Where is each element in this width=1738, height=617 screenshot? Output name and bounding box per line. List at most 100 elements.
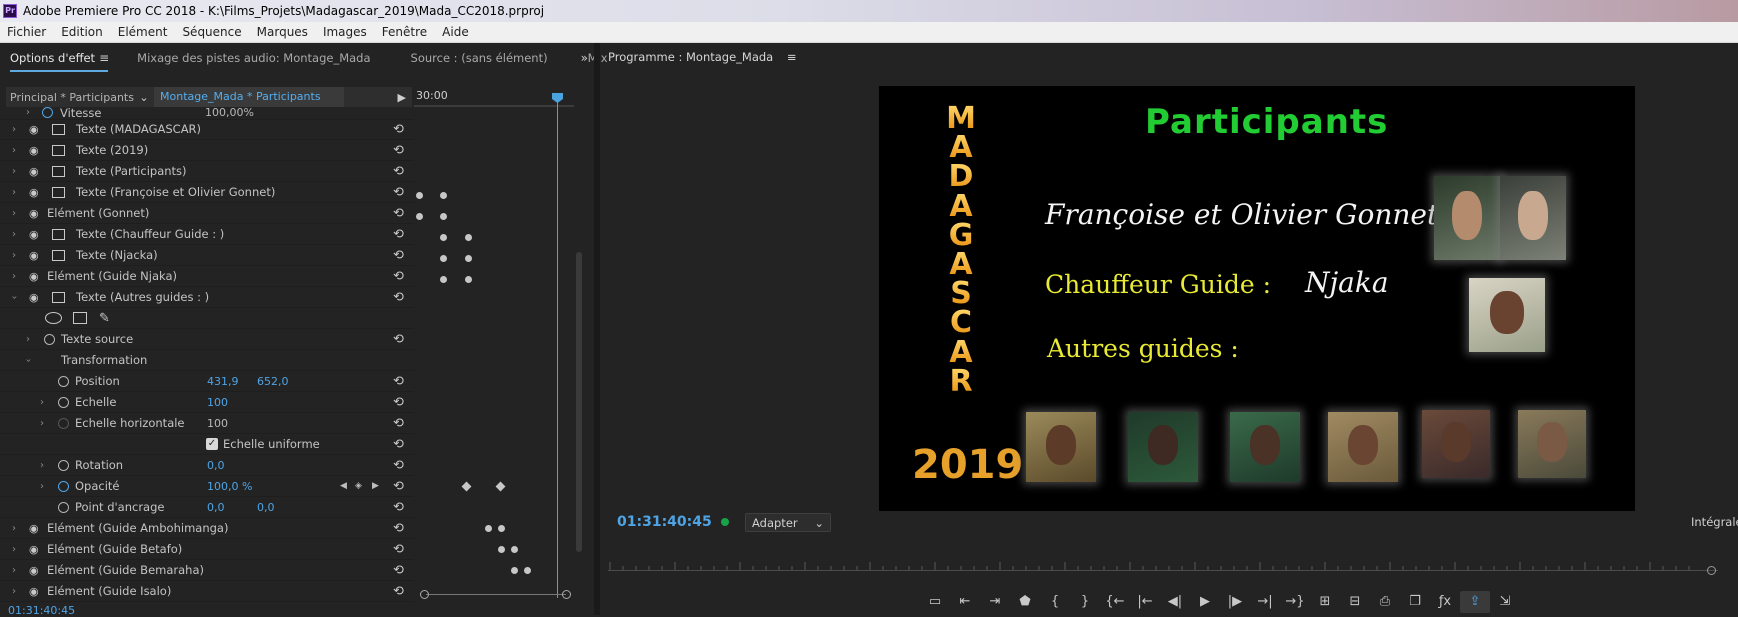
position-row[interactable]: Position 431,9 652,0 ⟲ <box>0 371 414 392</box>
reset-icon[interactable]: ⟲ <box>393 248 404 263</box>
effect-row[interactable]: › ◉ Texte (MADAGASCAR) ⟲ <box>0 119 414 140</box>
position-y-value[interactable]: 652,0 <box>257 375 289 388</box>
eye-icon[interactable]: ◉ <box>29 249 39 262</box>
keyframe[interactable] <box>511 546 518 553</box>
effect-row[interactable]: › ◉ Texte (Participants) ⟲ <box>0 161 414 182</box>
add-marker-icon[interactable]: ⬟ <box>1010 591 1040 613</box>
eye-icon[interactable]: ◉ <box>29 123 39 136</box>
go-to-start-icon[interactable]: |← <box>1130 591 1160 613</box>
reset-icon[interactable]: ⟲ <box>393 416 404 431</box>
eye-icon[interactable]: ◉ <box>29 228 39 241</box>
scale-value[interactable]: 100 <box>207 396 228 409</box>
stopwatch-icon[interactable] <box>58 501 69 513</box>
expand-arrow-icon[interactable]: › <box>26 107 30 118</box>
reset-icon[interactable]: ⟲ <box>393 584 404 599</box>
expand-arrow-icon[interactable]: › <box>12 145 16 156</box>
step-back-icon[interactable]: ◀| <box>1160 591 1190 613</box>
expand-arrow-icon[interactable]: › <box>12 124 16 135</box>
tab-audio-mixer[interactable]: Mixage des pistes audio: Montage_Mada <box>127 51 380 65</box>
expand-arrow-icon[interactable]: › <box>9 295 20 299</box>
effect-row-speed[interactable]: › Vitesse 100,00% <box>0 106 414 120</box>
scale-horizontal-row[interactable]: › Echelle horizontale 100 ⟲ <box>0 413 414 434</box>
keyframe[interactable] <box>440 213 447 220</box>
keyframe[interactable] <box>524 567 531 574</box>
zoom-fit-select[interactable]: Adapter ⌄ <box>745 513 831 532</box>
expand-arrow-icon[interactable]: › <box>40 481 44 492</box>
reset-icon[interactable]: ⟲ <box>393 164 404 179</box>
eye-icon[interactable]: ◉ <box>29 144 39 157</box>
expand-arrow-icon[interactable]: › <box>12 271 16 282</box>
mark-out-icon[interactable]: ⇥ <box>980 591 1010 613</box>
reset-icon[interactable]: ⟲ <box>393 500 404 515</box>
eye-icon[interactable]: ◉ <box>29 186 39 199</box>
effect-row[interactable]: › ◉ Elément (Guide Betafo) ⟲ <box>0 539 414 560</box>
uniform-scale-checkbox[interactable]: ✓ <box>206 438 218 450</box>
stopwatch-icon[interactable] <box>58 375 69 387</box>
effect-row[interactable]: › ◉ Texte (2019) ⟲ <box>0 140 414 161</box>
program-timecode[interactable]: 01:31:40:45 <box>617 514 712 530</box>
panel-divider[interactable] <box>594 43 600 615</box>
eye-icon[interactable]: ◉ <box>29 564 39 577</box>
playhead-line[interactable] <box>557 98 558 598</box>
rotation-row[interactable]: › Rotation 0,0 ⟲ <box>0 455 414 476</box>
reset-icon[interactable]: ⟲ <box>393 227 404 242</box>
export-frame-camera-icon[interactable]: ⎙ <box>1370 591 1400 613</box>
compare-view-icon[interactable]: ❐ <box>1400 591 1430 613</box>
effect-row[interactable]: › ◉ Elément (Guide Bemaraha) ⟲ <box>0 560 414 581</box>
stopwatch-icon[interactable] <box>58 459 69 471</box>
keyframe[interactable] <box>465 276 472 283</box>
keyframe[interactable] <box>416 213 423 220</box>
effect-row[interactable]: › ◉ Elément (Gonnet) ⟲ <box>0 203 414 224</box>
mark-in-icon[interactable]: ⇤ <box>950 591 980 613</box>
menu-edition[interactable]: Edition <box>54 25 111 39</box>
ellipse-mask-icon[interactable] <box>45 312 62 324</box>
pen-mask-icon[interactable]: ✎ <box>99 311 110 326</box>
reset-icon[interactable]: ⟲ <box>393 122 404 137</box>
keyframe[interactable] <box>465 234 472 241</box>
expand-arrow-icon[interactable]: › <box>12 187 16 198</box>
expand-arrow-icon[interactable]: › <box>12 523 16 534</box>
next-keyframe-icon[interactable]: ▶ <box>372 481 379 491</box>
stopwatch-icon[interactable] <box>58 396 69 408</box>
program-monitor-tab[interactable]: Programme : Montage_Mada ≡ <box>608 50 797 64</box>
horizontal-zoom-scrollbar[interactable] <box>420 590 571 599</box>
keyframe[interactable] <box>485 525 492 532</box>
reset-icon[interactable]: ⟲ <box>393 395 404 410</box>
overwrite-icon[interactable]: ⇲ <box>1490 591 1520 613</box>
sequence-clip-label[interactable]: Montage_Mada * Participants <box>154 87 344 107</box>
ruler-end-handle[interactable] <box>1707 566 1716 575</box>
menu-marques[interactable]: Marques <box>250 25 316 39</box>
tab-effect-options[interactable]: Options d'effet <box>0 51 105 65</box>
menu-fichier[interactable]: Fichier <box>0 25 54 39</box>
effect-controls-timecode[interactable]: 01:31:40:45 <box>8 604 75 617</box>
more-tabs-icon[interactable]: » <box>581 51 588 65</box>
menu-fenetre[interactable]: Fenêtre <box>375 25 435 39</box>
reset-icon[interactable]: ⟲ <box>393 437 404 452</box>
anchor-y-value[interactable]: 0,0 <box>257 501 275 514</box>
fx-icon[interactable]: ƒx <box>1430 591 1460 613</box>
insert-icon[interactable]: ⇪ <box>1460 591 1490 613</box>
eye-icon[interactable]: ◉ <box>29 543 39 556</box>
expand-arrow-icon[interactable]: › <box>40 418 44 429</box>
stopwatch-icon[interactable] <box>58 480 69 492</box>
expand-arrow-icon[interactable]: › <box>12 565 16 576</box>
rectangle-mask-icon[interactable] <box>73 312 87 324</box>
eye-icon[interactable]: ◉ <box>29 165 39 178</box>
reset-icon[interactable]: ⟲ <box>393 290 404 305</box>
mini-timeline-ruler[interactable] <box>414 105 574 107</box>
keyframe[interactable] <box>511 567 518 574</box>
stopwatch-icon[interactable] <box>42 107 53 118</box>
reset-icon[interactable]: ⟲ <box>393 458 404 473</box>
effect-value[interactable]: 100,00% <box>205 106 254 119</box>
eye-icon[interactable]: ◉ <box>29 522 39 535</box>
expand-arrow-icon[interactable]: › <box>23 358 34 362</box>
opacity-row[interactable]: › Opacité 100,0 % ◀ ◈ ▶ ⟲ <box>0 476 414 497</box>
keyframe[interactable] <box>498 546 505 553</box>
keyframe[interactable] <box>416 192 423 199</box>
lift-icon[interactable]: ⊞ <box>1310 591 1340 613</box>
zoom-handle-right[interactable] <box>562 590 571 599</box>
effect-row[interactable]: › ◉ Texte (Njacka) ⟲ <box>0 245 414 266</box>
effect-row[interactable]: › ◉ Elément (Guide Ambohimanga) ⟲ <box>0 518 414 539</box>
keyframe[interactable] <box>465 255 472 262</box>
reset-icon[interactable]: ⟲ <box>393 269 404 284</box>
